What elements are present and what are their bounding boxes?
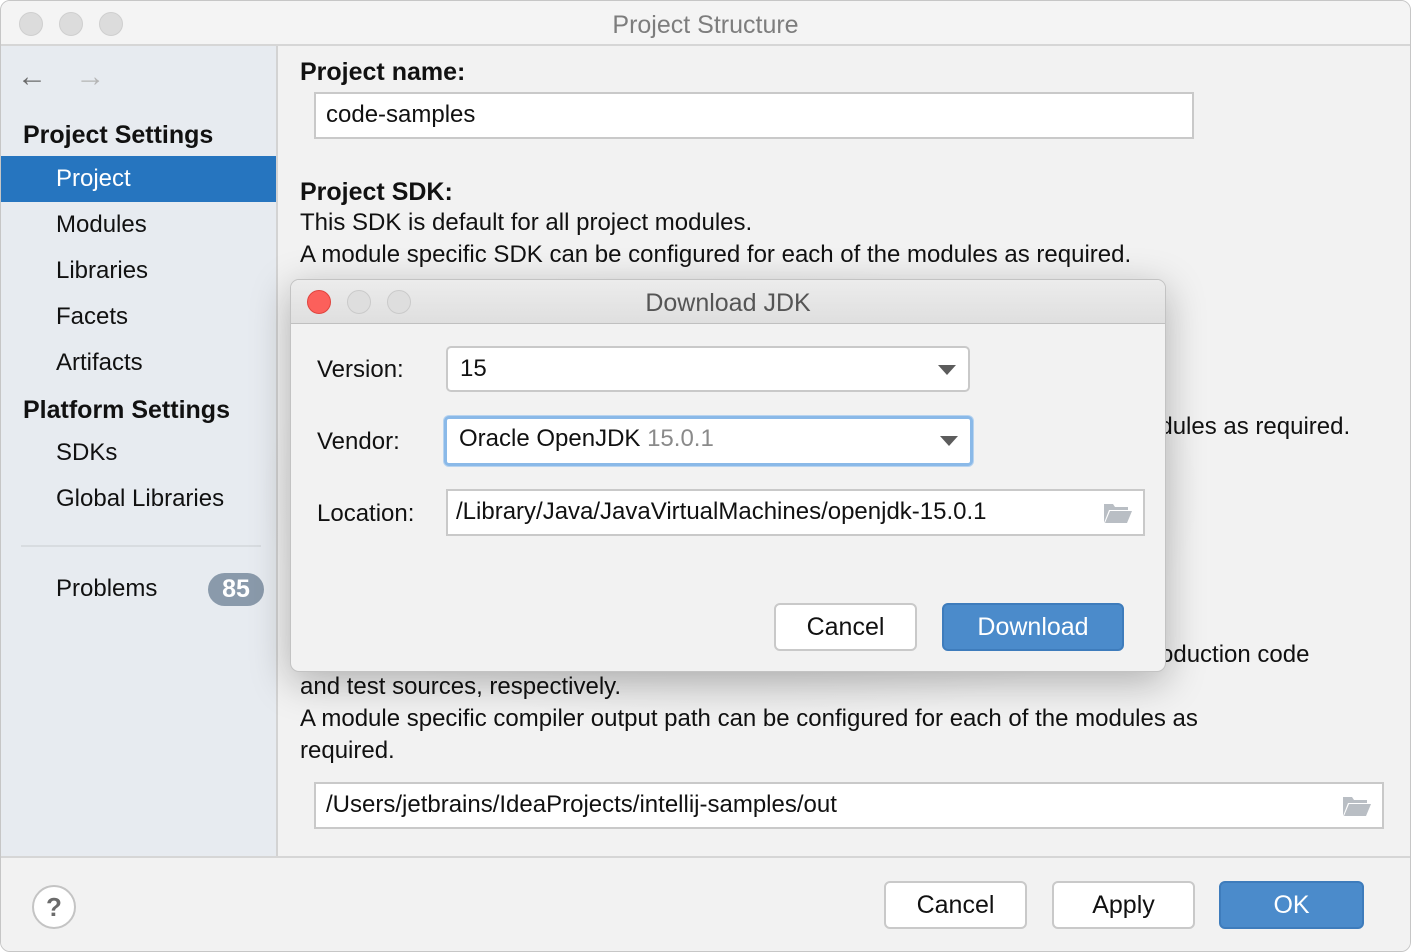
help-button[interactable]: ? (32, 885, 76, 929)
vendor-value: Oracle OpenJDK (459, 425, 641, 452)
vendor-label: Vendor: (317, 428, 400, 455)
vendor-version: 15.0.1 (647, 425, 714, 452)
arrow-right-icon[interactable]: → (75, 60, 105, 94)
version-value: 15 (460, 355, 487, 382)
download-jdk-dialog: Download JDK Version: 15 Vendor: Oracle … (290, 279, 1166, 672)
project-name-input[interactable]: code-samples (314, 92, 1194, 139)
compiler-output-input[interactable]: /Users/jetbrains/IdeaProjects/intellij-s… (314, 782, 1384, 829)
section-heading-project-settings: Project Settings (23, 121, 214, 149)
folder-icon[interactable] (1103, 502, 1133, 524)
title-bar: Project Structure (1, 1, 1410, 46)
sdk-description-1: This SDK is default for all project modu… (300, 209, 753, 236)
download-button[interactable]: Download (942, 603, 1124, 651)
sidebar: ← → Project Settings Project Modules Lib… (1, 46, 278, 856)
sidebar-item-facets[interactable]: Facets (1, 294, 276, 340)
location-input[interactable]: /Library/Java/JavaVirtualMachines/openjd… (446, 489, 1145, 536)
vendor-dropdown[interactable]: Oracle OpenJDK 15.0.1 (444, 416, 973, 466)
arrow-left-icon[interactable]: ← (17, 60, 47, 94)
dialog-title: Download JDK (645, 289, 811, 317)
chevron-down-icon (938, 365, 956, 375)
location-path: /Library/Java/JavaVirtualMachines/openjd… (456, 498, 987, 525)
compiler-output-description-partial: oduction code (1160, 641, 1310, 668)
dialog-cancel-button[interactable]: Cancel (774, 603, 917, 651)
compiler-output-path: /Users/jetbrains/IdeaProjects/intellij-s… (326, 791, 837, 818)
location-label: Location: (317, 500, 415, 527)
footer-bar: ? Cancel Apply OK (1, 856, 1410, 951)
window-title: Project Structure (612, 11, 799, 39)
problems-count-badge: 85 (208, 573, 264, 606)
cancel-button[interactable]: Cancel (884, 881, 1027, 929)
compiler-output-description-1: and test sources, respectively. (300, 673, 622, 700)
sidebar-item-sdks[interactable]: SDKs (1, 430, 276, 476)
version-dropdown[interactable]: 15 (446, 346, 970, 392)
sidebar-item-global-libraries[interactable]: Global Libraries (1, 476, 276, 522)
sidebar-item-project[interactable]: Project (1, 156, 276, 202)
compiler-output-description-2: A module specific compiler output path c… (300, 705, 1198, 732)
section-heading-platform-settings: Platform Settings (23, 396, 230, 424)
project-sdk-label: Project SDK: (300, 178, 453, 206)
sidebar-item-modules[interactable]: Modules (1, 202, 276, 248)
ok-button[interactable]: OK (1219, 881, 1364, 929)
version-label: Version: (317, 356, 404, 383)
sidebar-divider (21, 545, 261, 547)
chevron-down-icon (940, 436, 958, 446)
sidebar-item-libraries[interactable]: Libraries (1, 248, 276, 294)
language-level-description-partial: odules as required. (1146, 413, 1351, 440)
folder-icon[interactable] (1342, 795, 1372, 817)
sidebar-item-artifacts[interactable]: Artifacts (1, 340, 276, 386)
dialog-title-bar: Download JDK (291, 280, 1165, 324)
project-name-label: Project name: (300, 58, 466, 86)
nav-arrows: ← → (17, 60, 125, 94)
sdk-description-2: A module specific SDK can be configured … (300, 241, 1132, 268)
compiler-output-description-3: required. (300, 737, 395, 764)
apply-button[interactable]: Apply (1052, 881, 1195, 929)
